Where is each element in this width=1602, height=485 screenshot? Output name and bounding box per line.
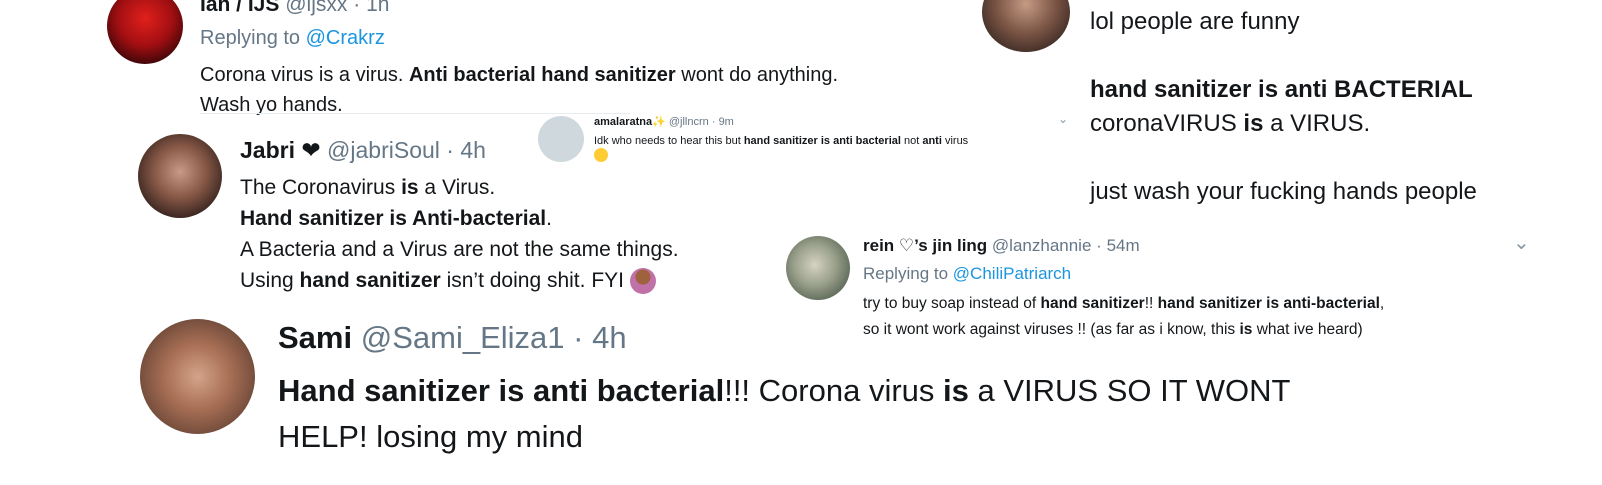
avatar[interactable] [138,134,222,218]
tweet-header: Ian / IJS @ijsxx · 1h [200,0,389,17]
separator-dot: · [711,116,716,128]
text-bold: hand sanitizer [299,269,441,292]
text-segment: Corona virus is a virus. [200,64,409,86]
text-line: Wash yo hands. [200,94,343,116]
tweet-text: Hand sanitizer is anti bacterial!!! Coro… [278,368,1290,460]
tweet-header: Jabri ❤ @jabriSoul · 4h [240,137,486,164]
text-segment: !!! Corona virus [724,373,944,408]
replying-to-label: Replying to [200,27,301,49]
text-line: just wash your fucking hands people [1090,178,1477,205]
separator-dot: · [446,137,454,163]
text-segment: a VIRUS SO IT WONT [968,373,1291,408]
text-segment: a VIRUS. [1263,110,1371,137]
text-segment: , [1379,295,1385,312]
sparkle-icon: ✨ [652,116,666,128]
shrug-emoji-icon [629,268,656,295]
text-segment: not [900,135,923,147]
smile-emoji-icon [594,148,608,163]
text-bold: hand sanitizer is anti BACTERIAL [1090,76,1473,103]
tweet-text: Corona virus is a virus. Anti bacterial … [200,60,838,120]
separator-dot: · [573,320,584,355]
text-bold: Hand sanitizer is anti bacterial [278,373,725,408]
avatar[interactable] [107,0,183,64]
text-segment: isn’t doing shit. FYI [440,269,624,292]
avatar[interactable] [538,116,584,162]
timestamp[interactable]: 4h [592,320,626,355]
chevron-down-icon[interactable]: ⌄ [1513,230,1530,255]
text-segment: The Coronavirus [240,176,402,199]
chevron-down-icon[interactable]: ⌄ [1058,112,1068,126]
user-handle[interactable]: @jabriSoul [327,137,440,163]
replying-to: Replying to @Crakrz [200,27,385,50]
text-segment: so it wont work against viruses !! (as f… [863,321,1240,338]
text-segment: coronaVIRUS [1090,110,1244,137]
text-line: A Bacteria and a Virus are not the same … [240,238,679,261]
avatar[interactable] [140,319,255,434]
text-segment: !! [1144,295,1158,312]
display-name[interactable]: Sami [278,320,352,355]
display-name[interactable]: rein ♡’s jin ling [863,236,987,255]
text-bold: hand sanitizer [1040,295,1145,312]
text-line: HELP! losing my mind [278,419,583,454]
replying-to-link[interactable]: @ChiliPatriarch [953,264,1071,283]
divider [200,113,630,114]
user-handle[interactable]: @Sami_Eliza1 [361,320,565,355]
text-bold: Hand sanitizer is Anti-bacterial [240,207,547,230]
heart-icon: ❤ [301,137,321,163]
user-handle[interactable]: @jllncrn [669,116,709,128]
user-handle[interactable]: @ijsxx [285,0,347,16]
text-segment: . [546,207,552,230]
avatar[interactable] [982,0,1070,52]
timestamp[interactable]: 54m [1107,236,1140,255]
tweet-header: rein ♡’s jin ling @lanzhannie · 54m [863,236,1140,256]
text-segment: what ive heard) [1252,321,1363,338]
text-segment: virus [941,135,969,147]
text-segment: try to buy soap instead of [863,295,1041,312]
tweet-text: Idk who needs to hear this but hand sani… [594,134,969,163]
text-segment: a Virus. [418,176,496,199]
tweet-text: lol people are funny hand sanitizer is a… [1090,5,1477,209]
display-name[interactable]: amalaratna [594,116,652,128]
display-name[interactable]: Ian / IJS [200,0,279,16]
user-handle[interactable]: @lanzhannie [992,236,1092,255]
text-segment: Using [240,269,300,292]
replying-to-label: Replying to [863,264,949,283]
tweet-header: Sami @Sami_Eliza1 · 4h [278,320,627,356]
text-bold: Anti bacterial hand sanitizer [408,64,676,86]
separator-dot: · [1096,236,1102,255]
text-bold: is [1239,321,1253,338]
avatar[interactable] [786,236,850,300]
text-bold: hand sanitizer is anti bacterial [743,135,901,147]
text-bold: is [1243,110,1264,137]
text-segment: Idk who needs to hear this but [594,135,744,147]
display-name[interactable]: Jabri [240,137,295,163]
timestamp[interactable]: 1h [366,0,389,16]
timestamp[interactable]: 4h [460,137,486,163]
text-bold: is [943,373,969,408]
tweet-text: The Coronavirus is a Virus. Hand sanitiz… [240,172,679,296]
separator-dot: · [353,0,361,16]
text-bold: hand sanitizer is anti-bacterial [1157,295,1380,312]
text-bold: anti [922,135,942,147]
replying-to-link[interactable]: @Crakrz [306,27,385,49]
tweet-header: amalaratna✨ @jllncrn · 9m [594,115,734,128]
text-segment: wont do anything. [675,64,839,86]
timestamp[interactable]: 9m [719,116,734,128]
replying-to: Replying to @ChiliPatriarch [863,264,1071,284]
text-bold: is [401,176,419,199]
tweet-text: try to buy soap instead of hand sanitize… [863,291,1384,343]
text-line: lol people are funny [1090,8,1300,35]
